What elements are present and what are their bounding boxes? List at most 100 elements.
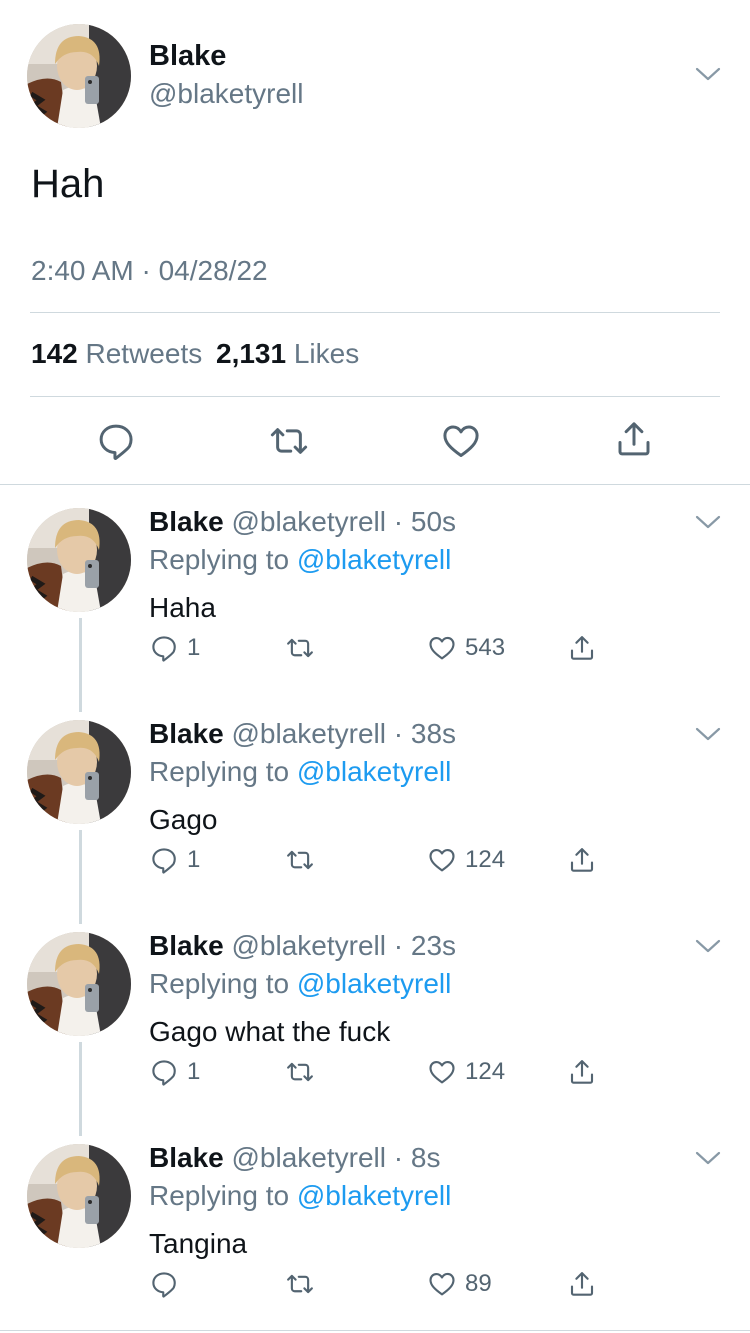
author-handle[interactable]: @blaketyrell [149,78,303,110]
author-handle[interactable]: @blaketyrell [232,1142,386,1173]
author-handle[interactable]: @blaketyrell [232,930,386,961]
author-name[interactable]: Blake [149,506,224,537]
replying-handle-link[interactable]: @blaketyrell [297,756,451,787]
avatar[interactable] [27,1144,131,1248]
reply-tweet[interactable]: Blake @blaketyrell · 8s Replying to @bla… [0,1142,750,1312]
like-count: 543 [465,634,506,661]
share-button[interactable] [567,842,597,878]
retweet-icon [285,845,315,875]
reply-time[interactable]: 50s [411,506,456,537]
author-name[interactable]: Blake [149,1142,224,1173]
reply-actions: 1 543 [149,630,609,666]
like-icon[interactable] [440,420,482,462]
replying-prefix: Replying to [149,756,290,787]
replying-handle-link[interactable]: @blaketyrell [297,1180,451,1211]
author-name[interactable]: Blake [149,40,226,73]
avatar-image [27,720,131,824]
like-button[interactable]: 124 [427,842,505,878]
author-handle[interactable]: @blaketyrell [232,506,386,537]
separator-dot: · [385,718,411,749]
likes-label[interactable]: Likes [294,338,359,369]
share-button[interactable] [567,1054,597,1090]
reply-time[interactable]: 8s [411,1142,441,1173]
replying-prefix: Replying to [149,544,290,575]
like-button[interactable]: 124 [427,1054,505,1090]
author-handle[interactable]: @blaketyrell [232,718,386,749]
reply-header: Blake @blaketyrell · 23s [149,930,456,962]
retweets-count[interactable]: 142 [31,338,78,369]
like-button[interactable]: 543 [427,630,505,666]
reply-tweet[interactable]: Blake @blaketyrell · 50s Replying to @bl… [0,506,750,676]
divider [30,312,720,313]
avatar-image [27,1144,131,1248]
reply-actions: 1 124 [149,842,609,878]
tweet-timestamp: 2:40 AM · 04/28/22 [31,255,268,286]
avatar-image [27,508,131,612]
retweet-button[interactable] [285,842,323,878]
retweet-button[interactable] [285,1054,323,1090]
reply-time[interactable]: 23s [411,930,456,961]
retweet-icon [285,633,315,663]
author-name[interactable]: Blake [149,930,224,961]
share-button[interactable] [567,1266,597,1302]
reply-time[interactable]: 38s [411,718,456,749]
chevron-down-icon[interactable] [694,936,722,956]
retweet-icon [285,1057,315,1087]
avatar[interactable] [27,508,131,612]
avatar-image [27,932,131,1036]
separator-dot: · [385,1142,411,1173]
avatar-image [27,24,131,128]
separator-dot: · [385,930,411,961]
replying-to: Replying to @blaketyrell [149,1180,451,1212]
avatar[interactable] [27,720,131,824]
avatar[interactable] [27,932,131,1036]
chevron-down-icon[interactable] [694,724,722,744]
retweet-button[interactable] [285,1266,323,1302]
reply-tweet[interactable]: Blake @blaketyrell · 38s Replying to @bl… [0,718,750,888]
reply-button[interactable] [149,1266,187,1302]
reply-text: Gago [149,804,218,835]
reply-icon [149,633,179,663]
retweet-button[interactable] [285,630,323,666]
likes-count[interactable]: 2,131 [216,338,286,369]
tweet-text: Hah [31,162,105,206]
divider [30,396,720,397]
reply-button[interactable]: 1 [149,630,200,666]
reply-actions: 89 [149,1266,609,1302]
reply-button[interactable]: 1 [149,842,200,878]
reply-text: Haha [149,592,216,623]
replying-handle-link[interactable]: @blaketyrell [297,544,451,575]
reply-text: Gago what the fuck [149,1016,391,1047]
replying-prefix: Replying to [149,968,290,999]
divider [0,1330,750,1331]
chevron-down-icon[interactable] [694,64,722,84]
retweet-icon[interactable] [268,420,310,462]
reply-header: Blake @blaketyrell · 50s [149,506,456,538]
replying-prefix: Replying to [149,1180,290,1211]
share-icon[interactable] [613,418,655,460]
share-button[interactable] [567,630,597,666]
share-icon [567,1057,597,1087]
replying-handle-link[interactable]: @blaketyrell [297,968,451,999]
like-count: 124 [465,846,506,873]
avatar[interactable] [27,24,131,128]
reply-header: Blake @blaketyrell · 38s [149,718,456,750]
replying-to: Replying to @blaketyrell [149,756,451,788]
share-icon [567,845,597,875]
divider [0,484,750,485]
reply-count: 1 [187,634,201,661]
reply-tweet[interactable]: Blake @blaketyrell · 23s Replying to @bl… [0,930,750,1100]
separator-dot: · [385,506,411,537]
like-count: 124 [465,1058,506,1085]
chevron-down-icon[interactable] [694,512,722,532]
reply-count: 1 [187,1058,201,1085]
like-count: 89 [465,1270,492,1297]
author-name[interactable]: Blake [149,718,224,749]
reply-icon[interactable] [95,420,137,462]
reply-icon [149,1057,179,1087]
reply-button[interactable]: 1 [149,1054,200,1090]
tweet-stats: 142 Retweets 2,131 Likes [31,338,359,370]
like-button[interactable]: 89 [427,1266,492,1302]
retweets-label[interactable]: Retweets [86,338,203,369]
chevron-down-icon[interactable] [694,1148,722,1168]
